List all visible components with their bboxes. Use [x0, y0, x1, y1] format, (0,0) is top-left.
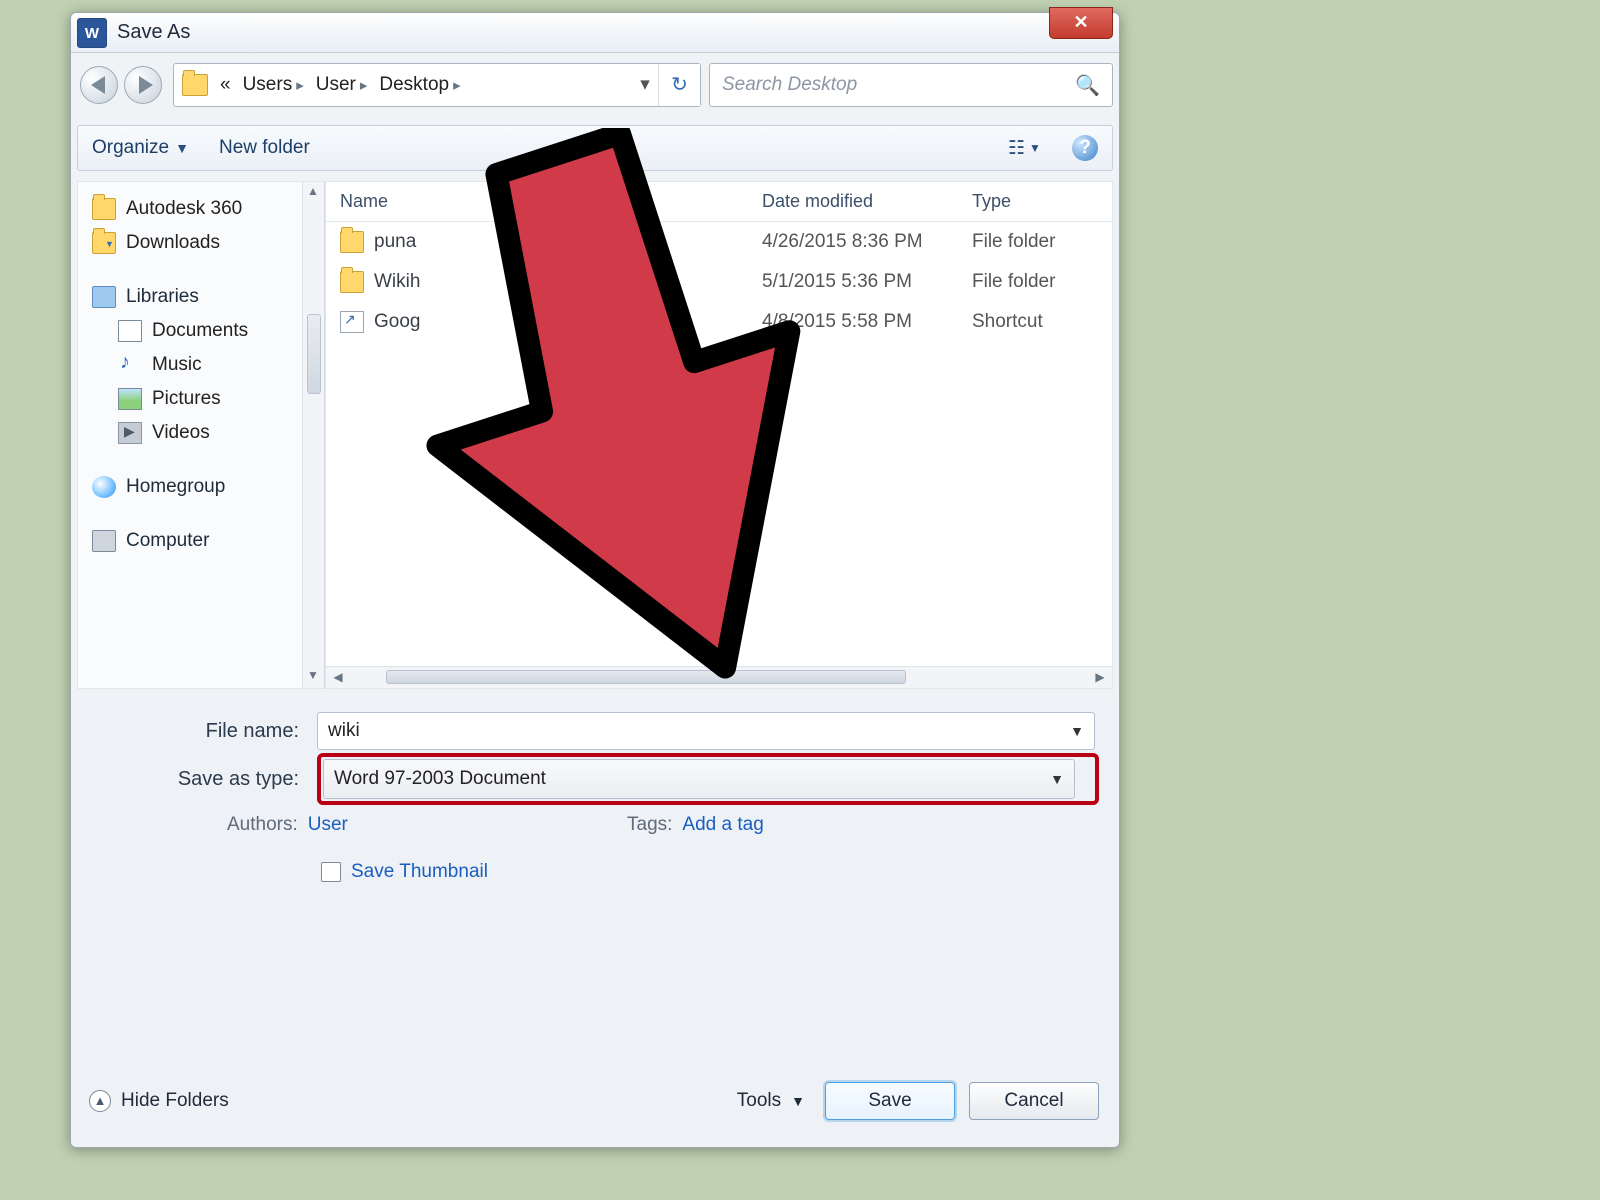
sidebar-item[interactable]: Downloads	[92, 226, 316, 260]
music-icon	[118, 354, 142, 376]
nav-row: « Users▸ User▸ Desktop▸ ▾ ↻ Search Deskt…	[77, 63, 1113, 111]
sidebar-item-homegroup[interactable]: Homegroup	[92, 470, 316, 504]
search-input[interactable]: Search Desktop 🔍	[709, 63, 1113, 107]
scroll-thumb[interactable]	[307, 314, 321, 394]
column-type[interactable]: Type	[972, 191, 1112, 212]
pictures-icon	[118, 388, 142, 410]
chevron-down-icon: ▼	[791, 1093, 805, 1109]
help-button[interactable]: ?	[1072, 135, 1098, 161]
document-icon	[118, 320, 142, 342]
filename-value: wiki	[328, 720, 360, 742]
sidebar-item-pictures[interactable]: Pictures	[92, 382, 316, 416]
chevron-right-icon: ▸	[296, 76, 304, 94]
breadcrumb-seg[interactable]: Desktop	[379, 74, 449, 96]
folder-icon	[92, 198, 116, 220]
nav-forward-button[interactable]	[124, 66, 162, 104]
scroll-down-icon[interactable]: ▼	[305, 668, 321, 686]
word-app-icon: W	[77, 18, 107, 48]
save-thumbnail-checkbox[interactable]	[321, 862, 341, 882]
sidebar-item[interactable]: Autodesk 360	[92, 192, 316, 226]
videos-icon	[118, 422, 142, 444]
tags-value[interactable]: Add a tag	[682, 814, 763, 836]
file-row[interactable]: puna 4/26/2015 8:36 PM File folder	[326, 222, 1112, 262]
save-type-highlight: Word 97-2003 Document ▼	[317, 753, 1099, 805]
scroll-left-icon[interactable]: ◀	[330, 670, 346, 684]
folder-icon	[340, 271, 364, 293]
libraries-icon	[92, 286, 116, 308]
sidebar-item-videos[interactable]: Videos	[92, 416, 316, 450]
nav-back-button[interactable]	[80, 66, 118, 104]
chevron-down-icon[interactable]: ▼	[1070, 723, 1084, 739]
save-as-dialog: W Save As ✕ « Users▸ User▸ Desktop▸ ▾ ↻ …	[70, 12, 1120, 1148]
save-type-dropdown[interactable]: Word 97-2003 Document ▼	[323, 759, 1075, 799]
scroll-thumb[interactable]	[386, 670, 906, 684]
chevron-down-icon: ▼	[175, 140, 189, 156]
filename-label: File name:	[77, 720, 317, 743]
tags-label: Tags:	[627, 814, 672, 836]
form-panel: File name: wiki ▼ Save as type: Word 97-…	[77, 697, 1113, 1141]
breadcrumb-bar[interactable]: « Users▸ User▸ Desktop▸ ▾ ↻	[173, 63, 701, 107]
breadcrumb-prefix: «	[220, 74, 231, 96]
authors-label: Authors:	[227, 814, 298, 836]
save-type-value: Word 97-2003 Document	[334, 768, 546, 790]
sidebar-item-documents[interactable]: Documents	[92, 314, 316, 348]
title-bar: W Save As ✕	[71, 13, 1119, 53]
scroll-right-icon[interactable]: ▶	[1092, 670, 1108, 684]
view-options-button[interactable]: ☷ ▼	[1008, 135, 1042, 161]
sidebar-item-music[interactable]: Music	[92, 348, 316, 382]
authors-value[interactable]: User	[308, 814, 348, 836]
breadcrumb-seg[interactable]: User	[316, 74, 356, 96]
shortcut-icon	[340, 311, 364, 333]
chevron-down-icon[interactable]: ▼	[1050, 771, 1064, 787]
tools-menu[interactable]: Tools ▼	[737, 1090, 805, 1112]
refresh-button[interactable]: ↻	[658, 64, 700, 106]
chevron-right-icon: ▸	[453, 76, 461, 94]
column-name[interactable]: Name	[340, 191, 762, 212]
chevron-right-icon: ▸	[360, 76, 368, 94]
homegroup-icon	[92, 476, 116, 498]
save-type-label: Save as type:	[77, 768, 317, 791]
search-placeholder: Search Desktop	[722, 74, 857, 96]
navigation-sidebar: Autodesk 360 Downloads Libraries Documen…	[77, 181, 325, 689]
horizontal-scrollbar[interactable]: ◀ ▶	[326, 666, 1112, 688]
breadcrumb-history-dropdown[interactable]: ▾	[634, 64, 656, 106]
sidebar-item-computer[interactable]: Computer	[92, 524, 316, 558]
organize-menu[interactable]: Organize▼	[92, 137, 189, 159]
downloads-icon	[92, 232, 116, 254]
hide-folders-toggle[interactable]: ▲ Hide Folders	[89, 1090, 229, 1112]
search-icon: 🔍	[1075, 73, 1100, 98]
organize-toolbar: Organize▼ New folder ☷ ▼ ?	[77, 125, 1113, 171]
computer-icon	[92, 530, 116, 552]
sidebar-item-libraries[interactable]: Libraries	[92, 280, 316, 314]
save-thumbnail-label[interactable]: Save Thumbnail	[351, 861, 488, 883]
filename-input[interactable]: wiki ▼	[317, 712, 1095, 750]
sidebar-scrollbar[interactable]: ▲ ▼	[302, 182, 324, 688]
cancel-button[interactable]: Cancel	[969, 1082, 1099, 1120]
folder-icon	[182, 74, 208, 96]
file-list-pane: Name Date modified Type puna 4/26/2015 8…	[325, 181, 1113, 689]
column-headers[interactable]: Name Date modified Type	[326, 182, 1112, 222]
breadcrumb-seg[interactable]: Users	[243, 74, 293, 96]
save-button[interactable]: Save	[825, 1082, 955, 1120]
column-date[interactable]: Date modified	[762, 191, 972, 212]
new-folder-button[interactable]: New folder	[219, 137, 310, 159]
close-button[interactable]: ✕	[1049, 7, 1113, 39]
scroll-up-icon[interactable]: ▲	[305, 184, 321, 202]
chevron-up-icon: ▲	[89, 1090, 111, 1112]
folder-icon	[340, 231, 364, 253]
file-row[interactable]: Goog 4/8/2015 5:58 PM Shortcut	[326, 302, 1112, 342]
file-row[interactable]: Wikih 5/1/2015 5:36 PM File folder	[326, 262, 1112, 302]
window-title: Save As	[117, 21, 190, 44]
